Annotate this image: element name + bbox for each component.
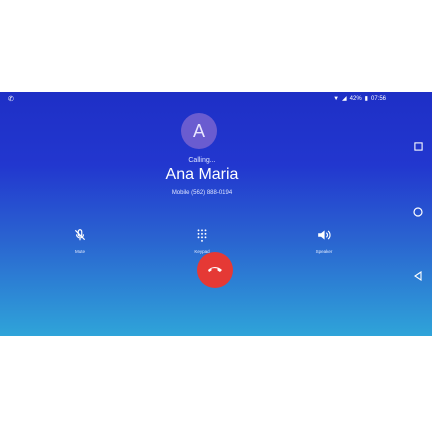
mute-label: Mute <box>74 249 85 254</box>
end-call-icon <box>207 261 223 279</box>
signal-icon: ◢ <box>342 96 347 102</box>
home-icon[interactable] <box>412 206 424 218</box>
call-screen: ✆ ▼ ◢ 42% ▮ 07:56 A Calling... Ana Maria… <box>0 92 432 336</box>
speaker-icon <box>304 226 344 244</box>
keypad-icon <box>182 226 222 244</box>
clock: 07:56 <box>370 95 386 102</box>
avatar-letter: A <box>192 120 205 141</box>
battery-percent: 42% <box>349 95 362 102</box>
phone-icon: ✆ <box>8 96 14 103</box>
keypad-button[interactable]: Keypad <box>182 226 222 254</box>
contact-number: Mobile (562) 888-0194 <box>171 190 233 196</box>
end-call-button[interactable] <box>197 252 233 288</box>
mute-icon <box>60 226 100 244</box>
contact-name: Ana Maria <box>165 166 239 183</box>
status-icons: ▼ ◢ 42% ▮ 07:56 <box>333 95 386 103</box>
battery-icon: ▮ <box>364 96 368 102</box>
mute-button[interactable]: Mute <box>60 226 100 254</box>
speaker-button[interactable]: Speaker <box>304 226 344 254</box>
recent-apps-icon[interactable] <box>412 140 424 152</box>
call-state: Calling... <box>188 157 216 164</box>
avatar: A <box>181 113 217 149</box>
navigation-bar <box>404 106 432 336</box>
wifi-icon: ▼ <box>333 95 340 102</box>
speaker-label: Speaker <box>315 249 333 254</box>
status-bar: ✆ ▼ ◢ 42% ▮ 07:56 <box>0 92 432 106</box>
back-icon[interactable] <box>412 270 424 282</box>
